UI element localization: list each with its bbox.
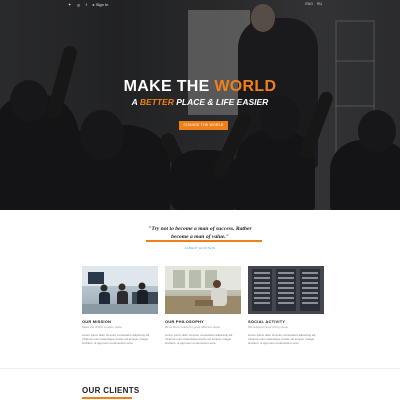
- facebook-icon[interactable]: f: [86, 2, 87, 7]
- top-bar: ✦ g f ▸ Sign In ENG RU: [0, 0, 400, 10]
- hero-title-accent: WORLD: [214, 78, 277, 95]
- clients-underline: [82, 397, 132, 399]
- quote-author[interactable]: ALBERT EINSTEIN: [0, 246, 400, 250]
- card-subtitle: Be to Do is Guide for good different ide…: [165, 325, 220, 329]
- card-body: Lorem ipsum dolor sit amet, consectetur …: [82, 333, 151, 345]
- language-switcher: ENG RU: [305, 2, 322, 6]
- card-philosophy: OUR PHILOSOPHY Be to Do is Guide for goo…: [165, 266, 241, 345]
- sign-in-label: Sign In: [95, 2, 109, 7]
- googleplus-icon[interactable]: g: [77, 2, 79, 7]
- card-title: OUR PHILOSOPHY: [165, 319, 205, 324]
- social-activity-image: [248, 266, 324, 314]
- language-option-eng[interactable]: ENG: [305, 2, 313, 6]
- card-mission: OUR MISSION Make the World a better plac…: [82, 266, 158, 345]
- section-divider: [0, 368, 400, 369]
- card-title: SOCIAL ACTIVITY: [248, 319, 286, 324]
- server-rack-photo: [248, 266, 324, 314]
- philosophy-image: [165, 266, 241, 314]
- card-subtitle: We advance Everything Clean: [248, 325, 289, 329]
- hero-subtitle: A BETTER PLACE & LIFE EASIER: [0, 97, 400, 107]
- hero-subtitle-rest: PLACE & LIFE EASIER: [173, 97, 269, 107]
- login-icon: ▸: [92, 2, 95, 7]
- change-the-world-button[interactable]: CHANGE THE WORLD: [179, 121, 228, 130]
- card-social-activity: SOCIAL ACTIVITY We advance Everything Cl…: [248, 266, 324, 345]
- card-subtitle: Make the World a better place: [82, 325, 122, 329]
- card-title: OUR MISSION: [82, 319, 112, 324]
- social-links: ✦ g f ▸ Sign In: [68, 2, 108, 7]
- quote-underline: [146, 240, 262, 242]
- hero-title-plain: MAKE THE: [123, 78, 215, 95]
- hero-section: ✦ g f ▸ Sign In ENG RU MAKE THE WORLD A …: [0, 0, 400, 210]
- sign-in-link[interactable]: ▸ Sign In: [93, 2, 109, 7]
- quote-text: "Try not to become a man of success. Rat…: [148, 226, 252, 240]
- quote-block: "Try not to become a man of success. Rat…: [0, 225, 400, 241]
- language-option-ru[interactable]: RU: [317, 2, 322, 6]
- clients-heading: OUR CLIENTS: [82, 386, 140, 395]
- hero-title: MAKE THE WORLD: [0, 78, 400, 96]
- outdoor-photo: [165, 266, 241, 314]
- meeting-photo: [82, 266, 158, 314]
- hero-subtitle-prefix: A: [131, 97, 140, 107]
- card-body: Lorem ipsum dolor sit amet, consectetur …: [165, 333, 234, 345]
- twitter-icon[interactable]: ✦: [68, 2, 71, 7]
- mission-image: [82, 266, 158, 314]
- card-body: Lorem ipsum dolor sit amet, consectetur …: [248, 333, 317, 345]
- hero-subtitle-accent: BETTER: [139, 97, 174, 107]
